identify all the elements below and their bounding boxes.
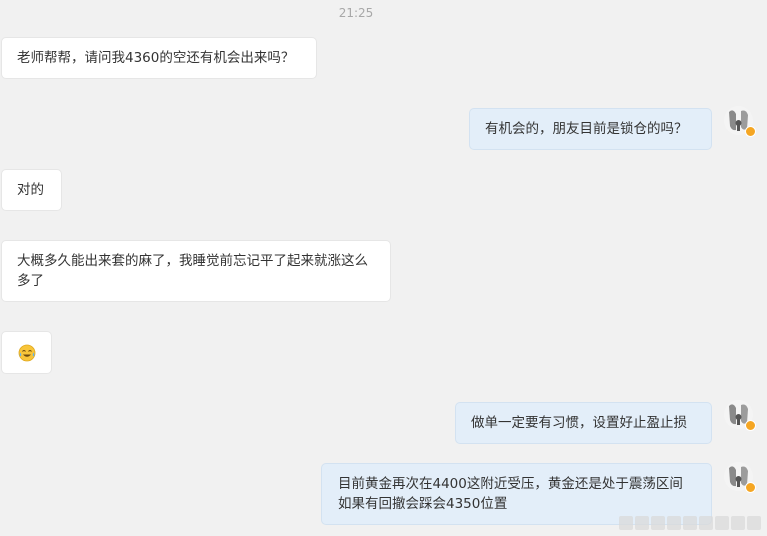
verified-badge-icon [745, 482, 756, 493]
message-text: 对的 [17, 182, 44, 198]
message-bubble-left[interactable]: 老师帮帮，请问我4360的空还有机会出来吗？ [1, 37, 317, 79]
message-text: 老师帮帮，请问我4360的空还有机会出来吗？ [17, 50, 295, 66]
message-bubble-left[interactable]: 对的 [1, 169, 62, 211]
user-avatar[interactable] [724, 106, 756, 137]
crying-laughing-emoji-icon [18, 344, 36, 362]
user-avatar[interactable] [724, 400, 756, 431]
message-text: 做单一定要有习惯，设置好止盈止损 [471, 415, 687, 431]
message-bubble-right[interactable]: 做单一定要有习惯，设置好止盈止损 [455, 402, 712, 444]
verified-badge-icon [745, 126, 756, 137]
message-text: 有机会的，朋友目前是锁仓的吗？ [485, 121, 688, 137]
message-text: 大概多久能出来套的麻了，我睡觉前忘记平了起来就涨这么多了 [17, 253, 368, 289]
watermark [619, 516, 761, 530]
message-bubble-left[interactable]: 大概多久能出来套的麻了，我睡觉前忘记平了起来就涨这么多了 [1, 240, 391, 302]
verified-badge-icon [745, 420, 756, 431]
chat-timestamp: 21:25 [338, 6, 374, 20]
message-bubble-right[interactable]: 有机会的，朋友目前是锁仓的吗？ [469, 108, 712, 150]
message-bubble-left[interactable] [1, 331, 52, 374]
user-avatar[interactable] [724, 462, 756, 493]
message-text: 目前黄金再次在4400这附近受压，黄金还是处于震荡区间如果有回撤会踩会4350位… [338, 476, 683, 512]
